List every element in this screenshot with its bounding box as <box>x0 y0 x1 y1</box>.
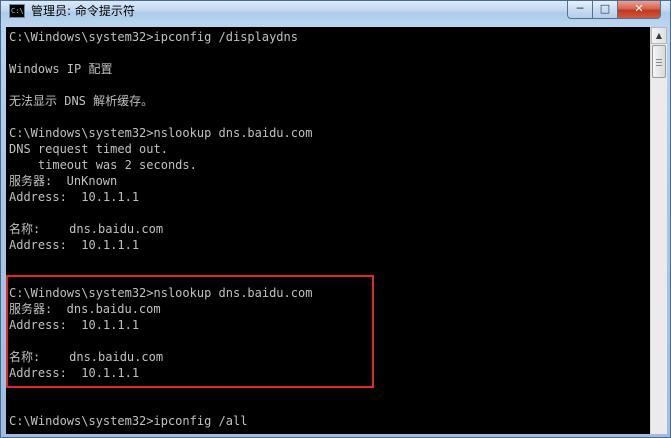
console-line: 名称: dns.baidu.com <box>9 222 164 236</box>
minimize-button[interactable]: ─ <box>567 1 593 19</box>
window-title: 管理员: 命令提示符 <box>31 4 135 18</box>
console-line: C:\Windows\system32>ipconfig /displaydns <box>9 30 298 44</box>
thumb-grip-line <box>656 65 662 66</box>
console-line: Address: 10.1.1.1 <box>9 238 140 252</box>
console-line: C:\Windows\system32>ipconfig /all <box>9 414 248 428</box>
thumb-grip-line <box>656 62 662 63</box>
title-bar[interactable]: C:\ 管理员: 命令提示符 ─ □ ✕ <box>1 1 670 22</box>
console-line: 服务器: UnKnown <box>9 174 118 188</box>
thumb-grip-line <box>656 59 662 60</box>
highlight-annotation-box <box>6 275 374 388</box>
close-button[interactable]: ✕ <box>617 1 661 19</box>
scroll-up-button[interactable]: ▲ <box>651 27 667 44</box>
console-line: timeout was 2 seconds. <box>9 158 197 172</box>
vertical-scrollbar[interactable]: ▲ <box>650 27 667 434</box>
console-line: Address: 10.1.1.1 <box>9 190 140 204</box>
console-line: C:\Windows\system32>nslookup dns.baidu.c… <box>9 126 313 140</box>
scroll-thumb[interactable] <box>652 45 666 78</box>
console-output[interactable]: C:\Windows\system32>ipconfig /displaydns… <box>6 27 650 434</box>
command-prompt-window: C:\ 管理员: 命令提示符 ─ □ ✕ C:\Windows\system32… <box>0 0 671 438</box>
cmd-icon[interactable]: C:\ <box>9 4 25 18</box>
console-line: DNS request timed out. <box>9 142 168 156</box>
maximize-button[interactable]: □ <box>592 1 618 19</box>
console-line: Windows IP 配置 <box>9 62 113 76</box>
console-line: 无法显示 DNS 解析缓存。 <box>9 94 154 108</box>
